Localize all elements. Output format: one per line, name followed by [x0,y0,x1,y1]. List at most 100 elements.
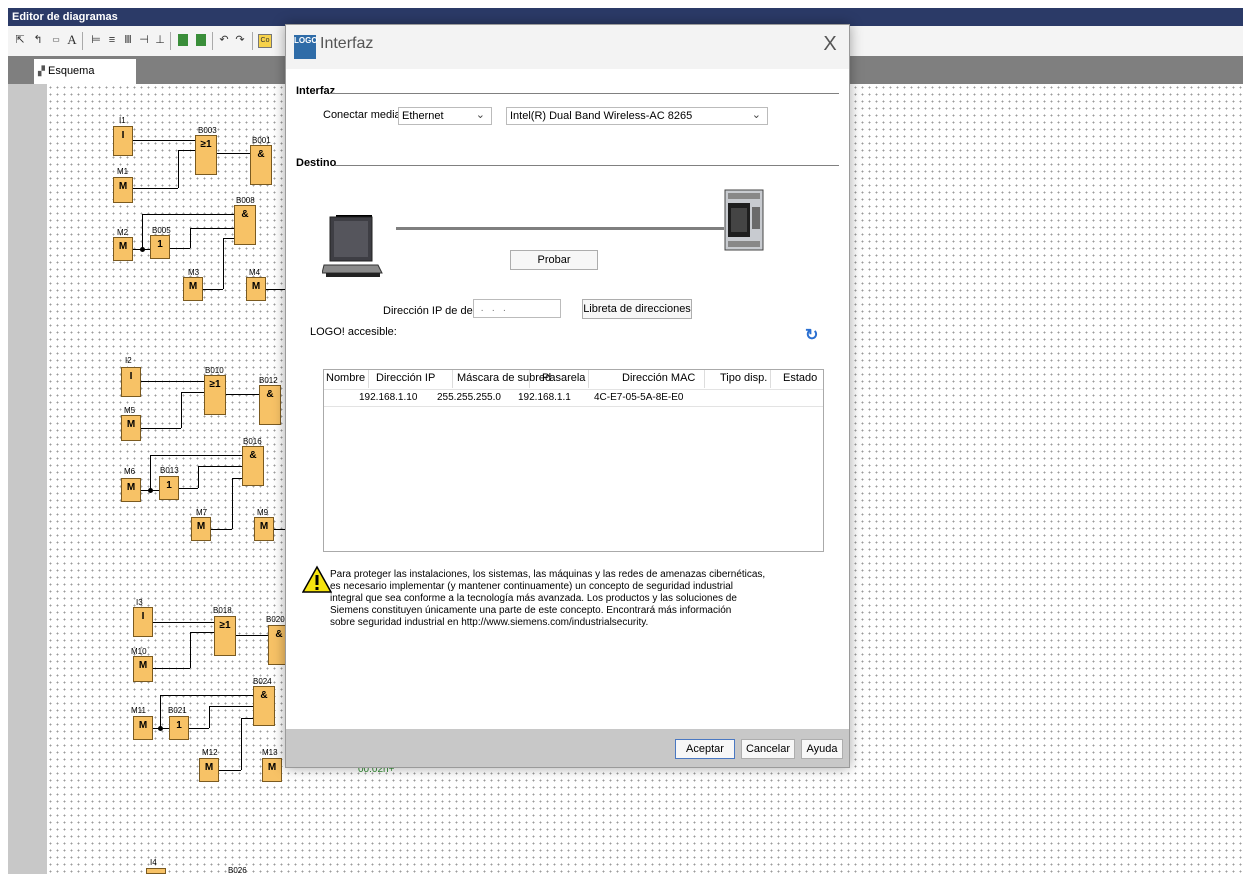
select-arrow-icon[interactable]: ⇱ [12,32,28,48]
block-label: M10 [131,647,147,656]
refresh-icon[interactable]: ↻ [805,325,818,345]
fbd-block-m7[interactable]: M [191,517,211,541]
close-icon[interactable]: X [820,33,840,56]
fbd-block-m4[interactable]: M [246,277,266,301]
wire [142,214,234,215]
left-gutter [8,84,47,874]
cell-mask: 255.255.255.0 [437,392,501,403]
col-header[interactable]: Pasarela [542,372,585,384]
cell-mac: 4C-E7-05-5A-8E-E0 [594,392,684,403]
address-book-button[interactable]: Libreta de direcciones [582,299,692,319]
fbd-block-m13[interactable]: M [262,758,282,782]
wire [236,635,268,636]
block-label: M9 [257,508,269,517]
help-button[interactable]: Ayuda [801,739,843,759]
col-header[interactable]: Nombre [326,372,365,384]
toolbar-divider [170,32,171,50]
fbd-block-m12[interactable]: M [199,758,219,782]
fbd-block-m9[interactable]: M [254,517,274,541]
wire [190,228,191,248]
fbd-block-b003[interactable]: ≥1 [195,135,217,175]
block-label: M7 [196,508,208,517]
align-middle-icon[interactable]: Ⅲ [120,32,136,48]
wire [181,392,204,393]
redo-icon[interactable]: ↷ [232,32,248,48]
cancel-button[interactable]: Cancelar [741,739,795,759]
fbd-block-m11[interactable]: M [133,716,153,740]
connect-type-value: Ethernet [402,110,444,122]
block-label: I4 [150,858,157,867]
warning-line: integral que sea conforme a la tecnologí… [330,593,737,604]
block-label: M13 [262,748,278,757]
fbd-block-m5[interactable]: M [121,415,141,441]
wire [266,289,285,290]
block-label: M11 [131,706,146,715]
align-left-icon[interactable]: ⊨ [88,32,104,48]
accept-button[interactable]: Aceptar [675,739,735,759]
col-header[interactable]: Dirección IP [376,372,435,384]
col-header[interactable]: Dirección MAC [622,372,695,384]
warning-line: es necesario implementar (y mantener con… [330,581,734,592]
distribute-v-icon[interactable]: ⊥ [152,32,168,48]
wire [160,695,253,696]
block-label: I1 [119,116,126,125]
wire [141,428,181,429]
fbd-block-b001[interactable]: & [250,145,272,185]
block-label: M5 [124,406,136,415]
col-header[interactable]: Tipo disp. [720,372,767,384]
wire [133,188,178,189]
connect-icon[interactable]: ↰ [30,32,46,48]
col-separator [770,370,771,388]
co-icon[interactable]: Co [258,34,272,48]
warning-line: sobre seguridad industrial en http://www… [330,617,649,628]
fbd-block-m1[interactable]: M [113,177,133,203]
fbd-block-i2[interactable]: I [121,367,141,397]
text-icon[interactable]: A [64,32,80,48]
editor-title: Editor de diagramas [12,11,118,23]
accessible-label: LOGO! accesible: [310,326,397,338]
align-top-icon[interactable]: ≡ [104,32,120,48]
fbd-block-b018[interactable]: ≥1 [214,616,236,656]
test-button[interactable]: Probar [510,250,598,270]
col-header[interactable]: Máscara de subred [457,372,551,384]
fbd-block-b024[interactable]: & [253,686,275,726]
fbd-block-b016[interactable]: & [242,446,264,486]
wire [179,488,198,489]
connect-type-select[interactable]: Ethernet ⌄ [398,107,492,125]
constants-icon[interactable]: ▭ [48,32,64,48]
col-separator [452,370,453,388]
accessible-devices-table[interactable]: Nombre Dirección IP Máscara de subred Pa… [323,369,824,552]
wire [223,238,234,239]
fbd-block-m2[interactable]: M [113,237,133,261]
interface-dialog: LOGO Interfaz X Interfaz Conectar median… [285,24,850,768]
ip-address-input[interactable] [473,299,561,318]
fbd-block-i4[interactable] [146,868,166,874]
toolbar-divider [252,32,253,50]
fbd-block-i3[interactable]: I [133,607,153,637]
block-label: B008 [236,196,255,205]
fbd-block-b010[interactable]: ≥1 [204,375,226,415]
fbd-block-m10[interactable]: M [133,656,153,682]
block-label: B013 [160,466,179,475]
fbd-block-b012[interactable]: & [259,385,281,425]
fbd-block-m3[interactable]: M [183,277,203,301]
offline-test-icon[interactable] [196,34,206,46]
tab-esquema[interactable]: ▞ Esquema eléctrico1.lsc x [34,59,136,102]
fbd-block-b005[interactable]: 1 [150,235,170,259]
fbd-block-b008[interactable]: & [234,205,256,245]
fbd-block-b021[interactable]: 1 [169,716,189,740]
fbd-block-i1[interactable]: I [113,126,133,156]
wire [211,529,232,530]
col-header[interactable]: Estado [783,372,817,384]
wire [153,622,214,623]
fbd-block-m6[interactable]: M [121,478,141,502]
wire [178,150,195,151]
fbd-block-b013[interactable]: 1 [159,476,179,500]
distribute-h-icon[interactable]: ⊣ [136,32,152,48]
adapter-select[interactable]: Intel(R) Dual Band Wireless-AC 8265 ⌄ [506,107,768,125]
dialog-body: Interfaz Conectar mediante: Ethernet ⌄ I… [286,69,849,729]
wire [198,466,242,467]
wire [232,478,242,479]
undo-icon[interactable]: ↶ [216,32,232,48]
online-test-icon[interactable] [178,34,188,46]
